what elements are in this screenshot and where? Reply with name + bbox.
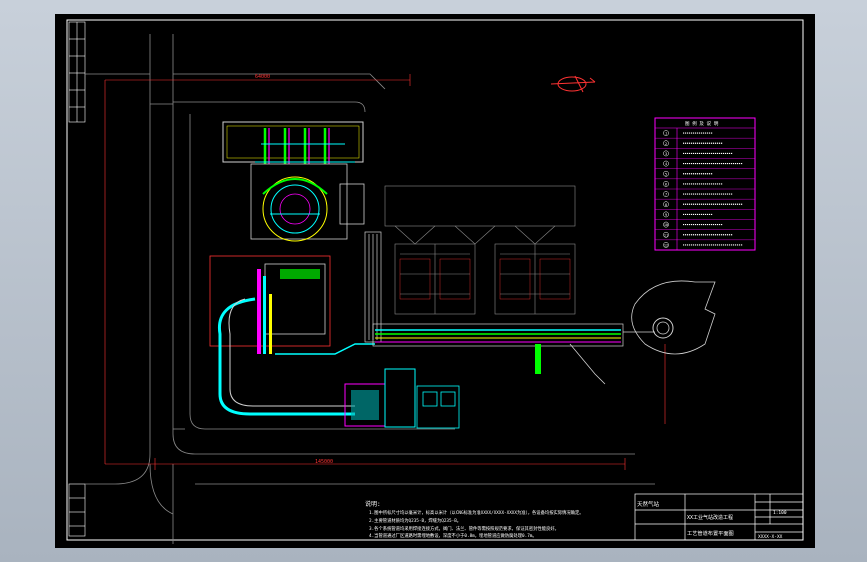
drawing-number: XXXX-X-XX <box>758 534 783 540</box>
red-grid <box>399 258 571 300</box>
storage-tank-area <box>250 163 365 242</box>
cad-drawing-viewport[interactable]: 145000 64000 1 2 3 4 5 6 7 8 9 10 11 12 … <box>55 14 815 548</box>
legend-row-number: 1 <box>665 132 667 136</box>
drawing-title: 工艺管道布置平面图 <box>687 529 734 537</box>
svg-text:145000: 145000 <box>315 459 333 465</box>
compressor-building <box>222 121 364 164</box>
note-3: 3.各个系统管道均采用焊接连接方式，阀门、法兰、管件等需按照规范要求，保证其密封… <box>369 525 559 532</box>
project-name: 天然气站 <box>637 500 660 508</box>
legend-row-number: 4 <box>665 162 667 166</box>
cad-drawing: 145000 64000 123456789101112 图 例 及 说 明 说… <box>66 19 804 544</box>
notes-title: 说明: <box>365 500 381 508</box>
site-roads <box>85 34 655 544</box>
notes-block: 说明: 1.图中所标尺寸均以毫米计，标高以米计（以CNG标准为准XXXX/XXX… <box>365 500 584 539</box>
note-1: 1.图中所标尺寸均以毫米计，标高以米计（以CNG标准为准XXXX/XXXX-XX… <box>369 509 584 516</box>
legend-row-number: 10 <box>664 223 668 227</box>
north-arrow-icon <box>550 75 596 93</box>
grey-structures <box>384 185 576 315</box>
svg-text:64000: 64000 <box>255 74 270 80</box>
scale-cell: 1:100 <box>773 510 787 516</box>
annex-buildings <box>344 368 460 429</box>
legend-row-number: 11 <box>664 233 668 237</box>
legend-row-number: 12 <box>664 243 668 247</box>
note-4: 4.当管道通过厂区道路时需埋地敷设，深度不小于0.8m，埋地管道应做防腐处理0.… <box>369 532 537 539</box>
legend-title: 图 例 及 说 明 <box>685 120 719 127</box>
legend-row-number: 2 <box>665 142 667 146</box>
legend-row-number: 5 <box>665 172 667 176</box>
process-unit <box>209 255 375 416</box>
name-cell: XX工业气站改造工程 <box>687 514 733 521</box>
legend-row-number: 3 <box>665 152 667 156</box>
binding-strip <box>68 21 86 537</box>
flare-area <box>631 280 716 355</box>
legend-row-number: 7 <box>665 193 667 197</box>
legend-row-number: 8 <box>665 203 667 207</box>
legend-row-number: 9 <box>665 213 667 217</box>
legend-table: 123456789101112 图 例 及 说 明 <box>654 117 756 251</box>
note-2: 2.主要管道材质均为Q235-B，焊缝为Q235-B。 <box>369 517 461 524</box>
legend-row-number: 6 <box>665 182 667 186</box>
